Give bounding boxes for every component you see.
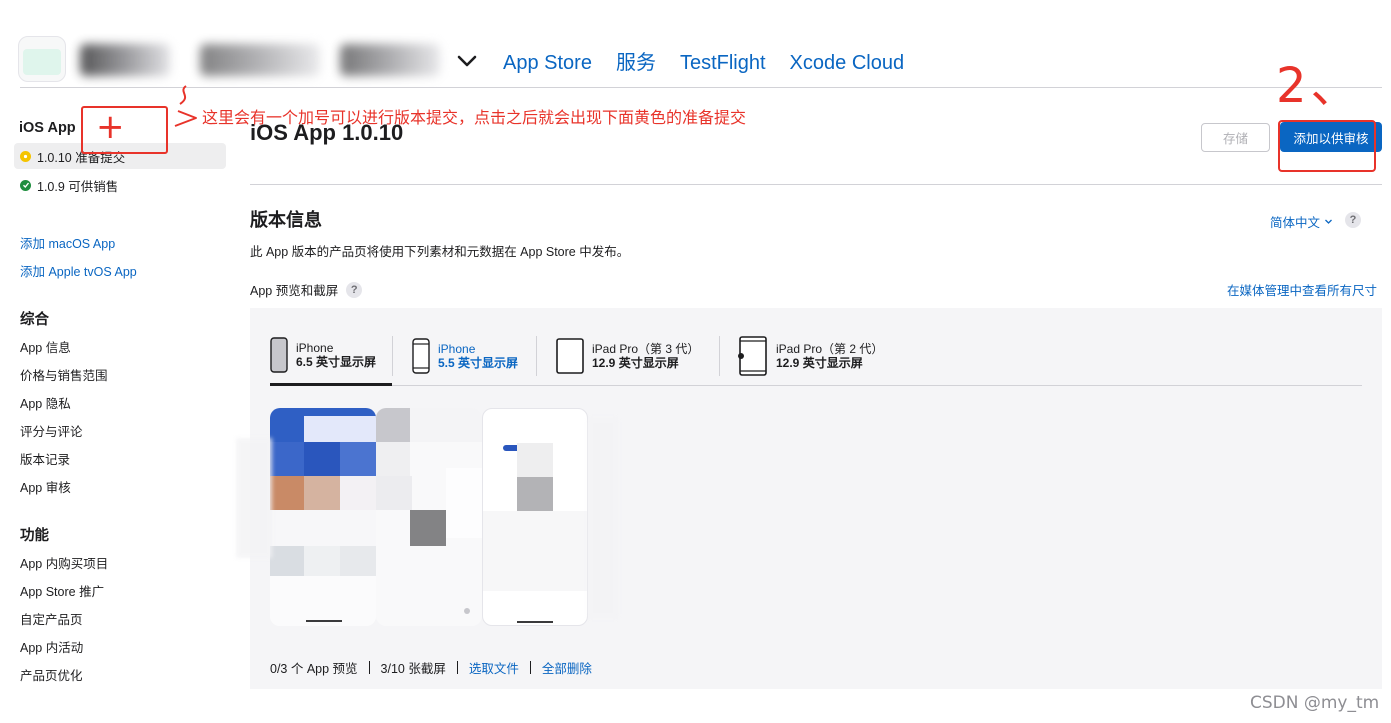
device-tabs: iPhone 6.5 英寸显示屏 iPhone 5.5 英寸显示屏 iPad P… (270, 322, 1362, 386)
device-size: 5.5 英寸显示屏 (438, 356, 519, 370)
sidebar-item-app-store-promotion[interactable]: App Store 推广 (20, 581, 104, 600)
language-select-value: 简体中文 (1270, 216, 1321, 230)
ipad-pro-icon (556, 338, 584, 374)
version-info-description: 此 App 版本的产品页将使用下列素材和元数据在 App Store 中发布。 (250, 245, 630, 259)
media-panel: iPhone 6.5 英寸显示屏 iPhone 5.5 英寸显示屏 iPad P… (236, 308, 1382, 689)
sidebar-item-product-page-optimization[interactable]: 产品页优化 (20, 665, 83, 684)
annotation-box-plus (81, 106, 168, 154)
device-size: 6.5 英寸显示屏 (296, 354, 377, 369)
device-tab-ipad-pro-2nd-gen[interactable]: iPad Pro（第 2 代） 12.9 英寸显示屏 (738, 326, 883, 386)
add-tvos-app-link[interactable]: 添加 Apple tvOS App (20, 261, 137, 280)
annotation-plus: + (96, 107, 125, 147)
yellow-dot-icon (20, 150, 31, 162)
screenshot-thumbnails (236, 408, 630, 628)
tab-app-store[interactable]: App Store (503, 50, 592, 76)
sidebar-item-app-review[interactable]: App 审核 (20, 477, 71, 496)
screenshot-thumbnail[interactable] (376, 408, 482, 626)
device-tab-divider (392, 336, 393, 376)
previews-count: 0/3 个 App 预览 (270, 662, 358, 676)
add-macos-app-link[interactable]: 添加 macOS App (20, 233, 115, 252)
sidebar-item-ratings-reviews[interactable]: 评分与评论 (20, 421, 83, 440)
choose-file-link[interactable]: 选取文件 (469, 658, 519, 677)
sidebar-version-1-0-9[interactable]: 1.0.9 可供销售 (14, 172, 226, 198)
media-footer: 0/3 个 App 预览 3/10 张截屏 选取文件 全部删除 (270, 658, 592, 677)
chevron-down-icon[interactable] (456, 51, 478, 71)
device-size: 12.9 英寸显示屏 (776, 356, 863, 370)
tab-xcode-cloud[interactable]: Xcode Cloud (790, 50, 905, 76)
tab-testflight[interactable]: TestFlight (680, 50, 766, 76)
app-icon[interactable] (18, 36, 66, 82)
device-name: iPhone (438, 342, 476, 356)
sidebar-heading-general: 综合 (20, 312, 49, 328)
device-tab-divider (719, 336, 720, 376)
annotation-note: 这里会有一个加号可以进行版本提交，点击之后就会出现下面黄色的准备提交 (202, 110, 747, 127)
question-icon[interactable]: ? (1345, 212, 1361, 228)
sidebar-platform-title: iOS App (19, 120, 76, 136)
screenshots-count: 3/10 张截屏 (380, 662, 446, 676)
sidebar-item-app-info[interactable]: App 信息 (20, 337, 71, 356)
screenshot-thumbnail[interactable] (270, 408, 376, 626)
device-name: iPhone (296, 340, 334, 355)
app-name-redacted[interactable] (80, 36, 450, 84)
device-tab-iphone-5-5[interactable]: iPhone 5.5 英寸显示屏 (412, 326, 518, 386)
chevron-down-icon (1325, 219, 1332, 224)
sidebar-version-label: 1.0.9 可供销售 (37, 179, 119, 194)
iphone-icon (270, 336, 288, 373)
device-name: iPad Pro（第 2 代） (776, 342, 884, 356)
device-tab-ipad-pro-3rd-gen[interactable]: iPad Pro（第 3 代） 12.9 英寸显示屏 (556, 326, 699, 386)
screenshot-thumbnail[interactable] (482, 408, 588, 626)
device-name: iPad Pro（第 3 代） (592, 342, 700, 356)
sidebar-item-in-app-purchases[interactable]: App 内购买项目 (20, 553, 108, 572)
tab-services[interactable]: 服务 (616, 50, 656, 76)
device-tab-divider (536, 336, 537, 376)
language-select[interactable]: 简体中文 (1270, 212, 1333, 231)
question-icon[interactable]: ? (346, 281, 363, 298)
green-check-icon (20, 179, 31, 191)
previews-label-text: App 预览和截屏 (250, 284, 339, 298)
ipad-pro-home-button-icon (738, 336, 767, 376)
device-tab-iphone-6-5[interactable]: iPhone 6.5 英寸显示屏 (270, 326, 392, 386)
sidebar-heading-features: 功能 (20, 528, 49, 544)
sidebar-item-pricing[interactable]: 价格与销售范围 (20, 365, 108, 384)
version-info-heading: 版本信息 (250, 210, 322, 230)
iphone-home-button-icon (412, 338, 430, 374)
sidebar-item-app-privacy[interactable]: App 隐私 (20, 393, 71, 412)
sidebar: iOS App 1.0.10 准备提交 1.0.9 可供销售 添加 macOS … (0, 88, 240, 723)
delete-all-link[interactable]: 全部删除 (542, 658, 592, 677)
device-size: 12.9 英寸显示屏 (592, 356, 679, 370)
main-divider (250, 184, 1382, 185)
annotation-box-submit (1278, 120, 1376, 172)
sidebar-item-version-history[interactable]: 版本记录 (20, 449, 70, 468)
save-button[interactable]: 存储 (1201, 123, 1270, 152)
watermark: CSDN @my_tm (1250, 693, 1380, 713)
view-all-sizes-link[interactable]: 在媒体管理中查看所有尺寸 (1227, 280, 1377, 299)
previews-screenshots-label: App 预览和截屏 ? (250, 280, 363, 299)
sidebar-item-custom-product-pages[interactable]: 自定产品页 (20, 609, 83, 628)
annotation-step-number: 2、 (1276, 58, 1363, 114)
sidebar-item-in-app-events[interactable]: App 内活动 (20, 637, 83, 656)
top-nav: App Store 服务 TestFlight Xcode Cloud (503, 50, 904, 76)
